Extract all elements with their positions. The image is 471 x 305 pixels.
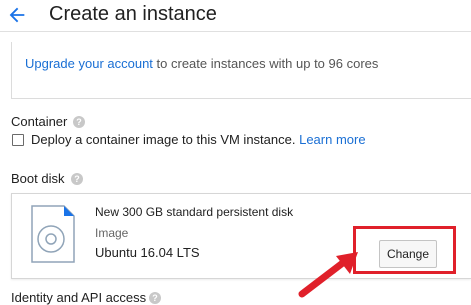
- boot-disk-label: Boot disk: [11, 171, 65, 186]
- container-description-text: Deploy a container image to this VM inst…: [31, 132, 296, 147]
- annotation-arrow-icon: [298, 252, 358, 298]
- disk-image-label: Image: [95, 226, 129, 240]
- change-boot-disk-button[interactable]: Change: [379, 240, 437, 268]
- container-label: Container: [11, 114, 68, 129]
- disk-image-icon: [31, 205, 75, 263]
- disk-os-name: Ubuntu 16.04 LTS: [95, 245, 200, 260]
- header-divider: [0, 31, 471, 32]
- upgrade-account-link[interactable]: Upgrade your account: [25, 56, 153, 71]
- container-checkbox[interactable]: [12, 134, 24, 146]
- upgrade-panel: Upgrade your account to create instances…: [11, 42, 471, 99]
- page-title: Create an instance: [49, 3, 217, 25]
- help-icon[interactable]: ?: [73, 116, 85, 128]
- container-description: Deploy a container image to this VM inst…: [31, 132, 366, 147]
- learn-more-link[interactable]: Learn more: [299, 132, 365, 147]
- header-bar: Create an instance: [0, 0, 471, 32]
- upgrade-message: Upgrade your account to create instances…: [25, 56, 378, 71]
- arrow-back-icon[interactable]: [6, 4, 28, 26]
- help-icon[interactable]: ?: [71, 173, 83, 185]
- upgrade-message-text: to create instances with up to 96 cores: [152, 56, 379, 71]
- help-icon[interactable]: ?: [149, 292, 161, 304]
- disk-description: New 300 GB standard persistent disk: [95, 205, 294, 219]
